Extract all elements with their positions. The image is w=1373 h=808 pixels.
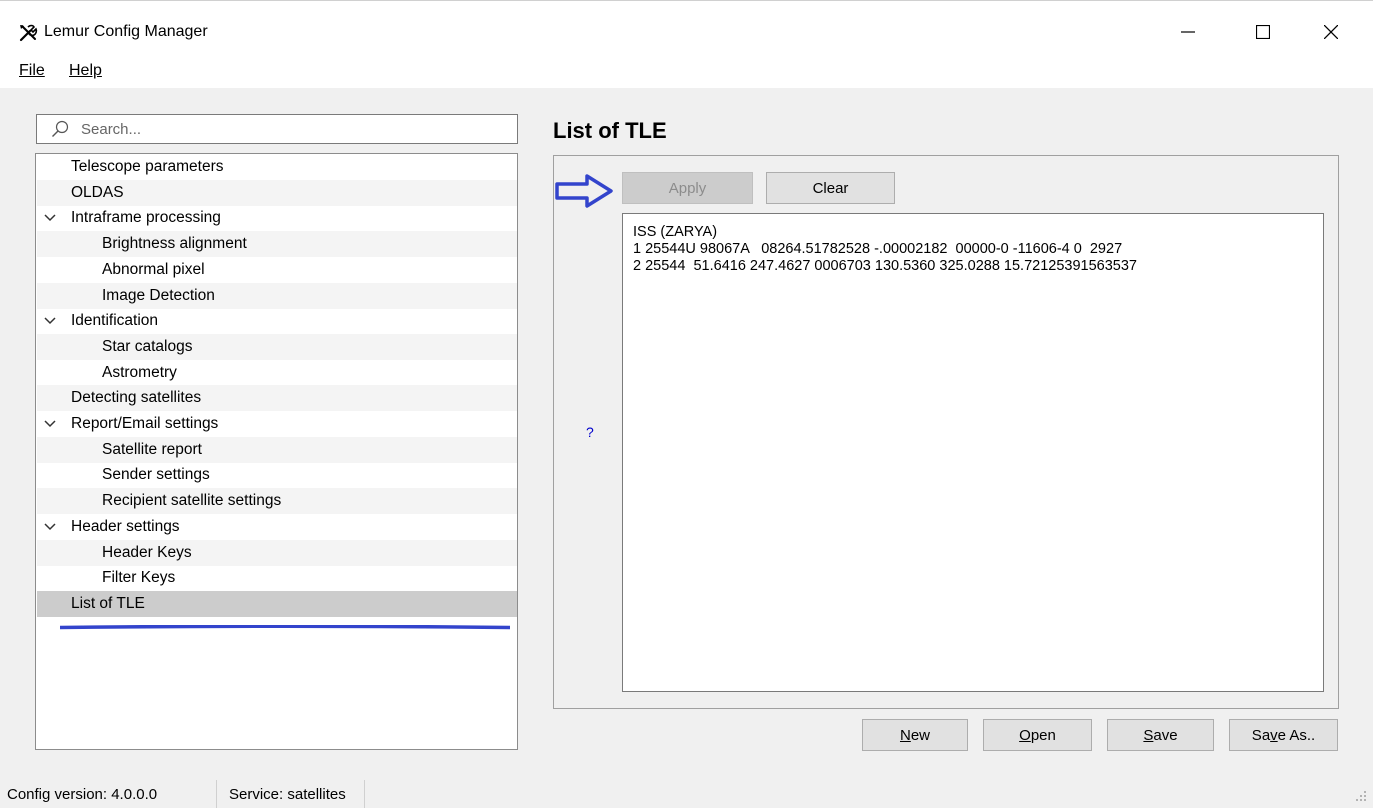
close-button[interactable]	[1308, 15, 1354, 49]
tree-item[interactable]: Image Detection	[37, 282, 517, 309]
tree-item-label: OLDAS	[71, 183, 124, 201]
annotation-underline	[60, 625, 510, 630]
status-separator	[216, 780, 217, 808]
tree-item-label: Sender settings	[102, 466, 210, 484]
save-as-button[interactable]: Save As..	[1229, 719, 1338, 751]
open-button[interactable]: Open	[983, 719, 1092, 751]
tree-item[interactable]: List of TLE	[37, 590, 517, 617]
tree-item[interactable]: Identification	[37, 308, 517, 334]
menu-file[interactable]: File	[19, 62, 45, 80]
minimize-icon	[1181, 31, 1195, 33]
tree-item[interactable]: Abnormal pixel	[37, 257, 517, 283]
tree-item-label: Intraframe processing	[71, 209, 221, 227]
tools-icon	[19, 24, 38, 42]
menu-help-label: Help	[69, 62, 102, 79]
tree-item-label: Image Detection	[102, 286, 215, 304]
open-button-label: Open	[1019, 726, 1056, 744]
tree-item[interactable]: Header Keys	[37, 539, 517, 566]
tree-item-label: Astrometry	[102, 363, 177, 381]
clear-button[interactable]: Clear	[766, 172, 895, 204]
tree-item[interactable]: Brightness alignment	[37, 231, 517, 258]
tree-item[interactable]: Report/Email settings	[37, 411, 517, 437]
tree-item-label: Recipient satellite settings	[102, 492, 282, 510]
tree-item[interactable]: Header settings	[37, 514, 517, 540]
menu-help[interactable]: Help	[69, 62, 102, 80]
annotation-arrow-icon	[555, 174, 613, 208]
new-button-label: New	[899, 726, 931, 744]
chevron-down-icon[interactable]	[43, 205, 57, 231]
search-input[interactable]	[81, 119, 501, 139]
tree-item-label: Star catalogs	[102, 337, 193, 355]
maximize-icon	[1256, 25, 1270, 39]
menu-bar: File Help	[0, 60, 1373, 88]
save-button[interactable]: Save	[1107, 719, 1214, 751]
service-status: Service: satellites	[229, 786, 346, 803]
help-link[interactable]: ?	[586, 424, 594, 440]
resize-grip-icon[interactable]	[1355, 790, 1367, 802]
tree-item[interactable]: Sender settings	[37, 462, 517, 488]
tree-item-label: Identification	[71, 312, 159, 330]
tree-item-label: Brightness alignment	[102, 235, 247, 253]
tree-item-label: Telescope parameters	[71, 158, 224, 175]
maximize-button[interactable]	[1240, 15, 1286, 49]
tree-item-label: Report/Email settings	[71, 415, 219, 432]
tree-item[interactable]: Astrometry	[37, 360, 517, 386]
tree-item-label: Header Keys	[102, 543, 192, 561]
title-bar: Lemur Config Manager	[0, 0, 1373, 60]
tree-item-label: List of TLE	[71, 594, 145, 612]
tree-item[interactable]: Star catalogs	[37, 333, 517, 360]
settings-tree: Telescope parameters OLDAS Intraframe proc…	[35, 153, 518, 750]
tree-item[interactable]: Detecting satellites	[37, 385, 517, 412]
tree-item[interactable]: Telescope parameters	[37, 154, 517, 180]
search-box	[36, 114, 518, 144]
page-title: List of TLE	[553, 118, 667, 143]
chevron-down-icon[interactable]	[43, 514, 57, 540]
search-icon	[52, 120, 69, 137]
minimize-button[interactable]	[1165, 15, 1211, 49]
tree-item[interactable]: Satellite report	[37, 436, 517, 463]
menu-file-label: File	[19, 62, 45, 79]
window-title: Lemur Config Manager	[44, 23, 208, 40]
tle-textarea[interactable]: ISS (ZARYA) 1 25544U 98067A 08264.517825…	[622, 213, 1324, 692]
tree-item-label: Detecting satellites	[71, 389, 202, 407]
close-icon	[1324, 25, 1338, 39]
new-button[interactable]: New	[862, 719, 968, 751]
apply-button[interactable]: Apply	[622, 172, 753, 204]
chevron-down-icon[interactable]	[43, 411, 57, 437]
status-bar: Config version: 4.0.0.0 Service: satelli…	[0, 778, 1373, 808]
tree-item[interactable]: OLDAS	[37, 179, 517, 206]
chevron-down-icon[interactable]	[43, 308, 57, 334]
tree-item-label: Satellite report	[102, 440, 202, 458]
save-as-button-label: Save As..	[1251, 726, 1316, 744]
tree-item[interactable]: Filter Keys	[37, 565, 517, 591]
save-button-label: Save	[1143, 726, 1178, 744]
status-separator	[364, 780, 365, 808]
tree-item[interactable]: Intraframe processing	[37, 205, 517, 231]
tree-item[interactable]: Recipient satellite settings	[37, 488, 517, 515]
tree-item-label: Filter Keys	[102, 569, 176, 587]
tree-item-label: Header settings	[71, 517, 180, 535]
tree-item-label: Abnormal pixel	[102, 260, 205, 278]
config-version: Config version: 4.0.0.0	[7, 786, 158, 803]
